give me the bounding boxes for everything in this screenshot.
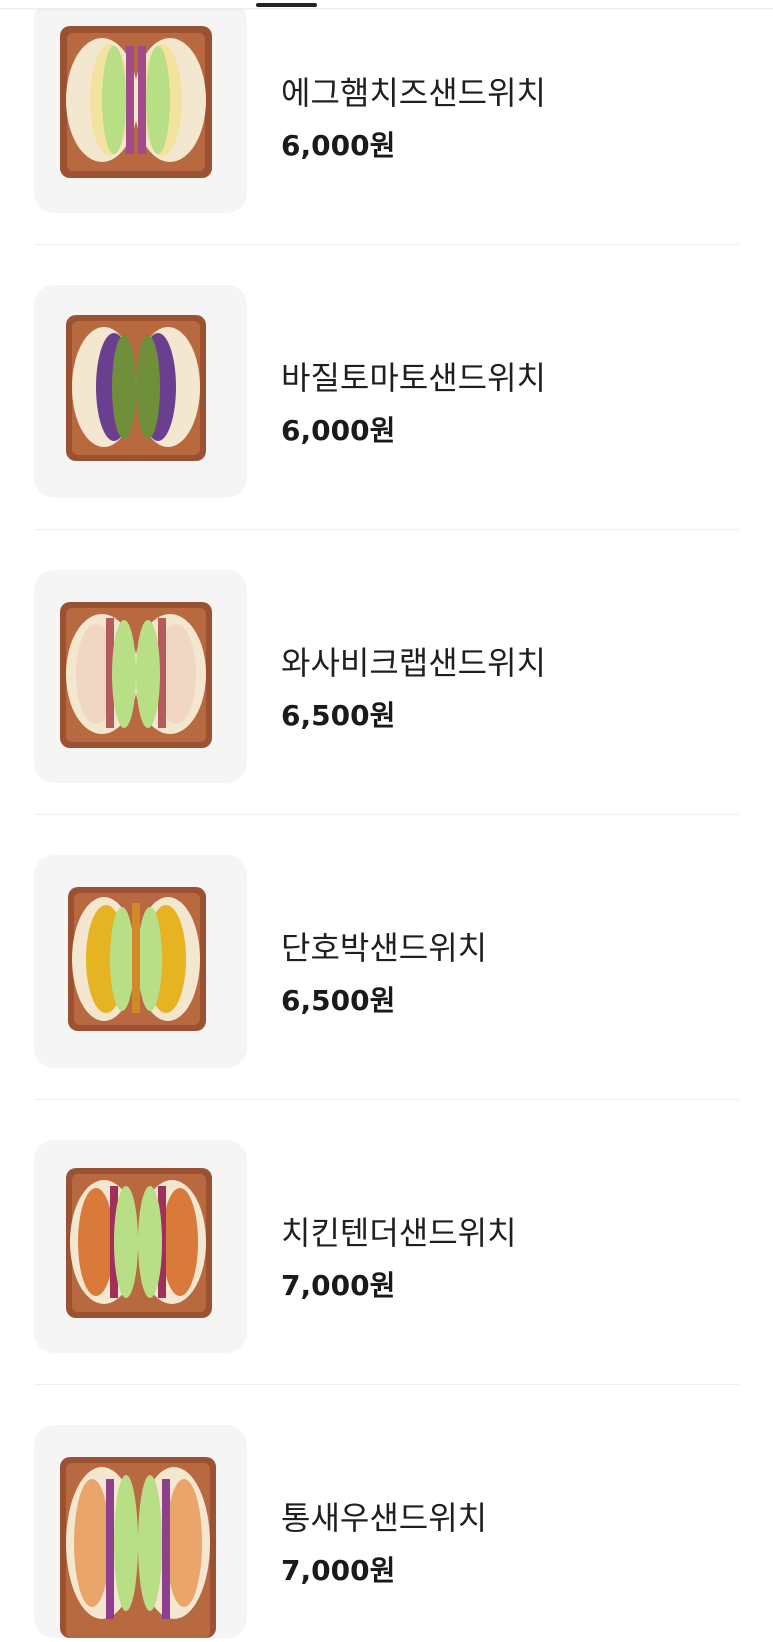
- sandwich-image: [60, 1457, 216, 1638]
- menu-item-price: 6,000원: [281, 414, 396, 447]
- menu-item-name: 통새우샌드위치: [281, 1499, 488, 1537]
- menu-item[interactable]: 에그햄치즈샌드위치 6,000원: [0, 0, 773, 245]
- sandwich-image: [66, 1168, 212, 1318]
- sandwich-image: [60, 26, 212, 178]
- menu-item-name: 바질토마토샌드위치: [281, 359, 546, 397]
- menu-item-name: 에그햄치즈샌드위치: [281, 74, 546, 112]
- menu-item-image[interactable]: [34, 1140, 247, 1353]
- menu-item[interactable]: 단호박샌드위치 6,500원: [0, 787, 773, 1100]
- menu-item-name: 단호박샌드위치: [281, 929, 488, 967]
- menu-list: 에그햄치즈샌드위치 6,000원 바질토마토샌드위치 6,000원 와사비크랩샌…: [0, 0, 773, 1642]
- menu-item-name: 치킨텐더샌드위치: [281, 1214, 517, 1252]
- sandwich-image: [68, 887, 206, 1031]
- menu-item-name: 와사비크랩샌드위치: [281, 644, 546, 682]
- menu-item-price: 6,500원: [281, 699, 396, 732]
- menu-item-image[interactable]: [34, 285, 247, 498]
- menu-item[interactable]: 치킨텐더샌드위치 7,000원: [0, 1072, 773, 1385]
- menu-item-image[interactable]: [34, 0, 247, 213]
- menu-item-image[interactable]: [34, 1425, 247, 1638]
- menu-item-image[interactable]: [34, 570, 247, 783]
- menu-item[interactable]: 바질토마토샌드위치 6,000원: [0, 217, 773, 530]
- active-tab-indicator: [256, 3, 317, 7]
- menu-item-price: 6,000원: [281, 129, 396, 162]
- menu-item-price: 7,000원: [281, 1554, 396, 1587]
- menu-item-price: 6,500원: [281, 984, 396, 1017]
- menu-item[interactable]: 와사비크랩샌드위치 6,500원: [0, 502, 773, 815]
- sandwich-image: [60, 602, 212, 748]
- menu-item-price: 7,000원: [281, 1269, 396, 1302]
- menu-item[interactable]: 통새우샌드위치 7,000원: [0, 1357, 773, 1642]
- top-tab-bar: [0, 0, 773, 9]
- sandwich-image: [66, 315, 206, 461]
- menu-item-image[interactable]: [34, 855, 247, 1068]
